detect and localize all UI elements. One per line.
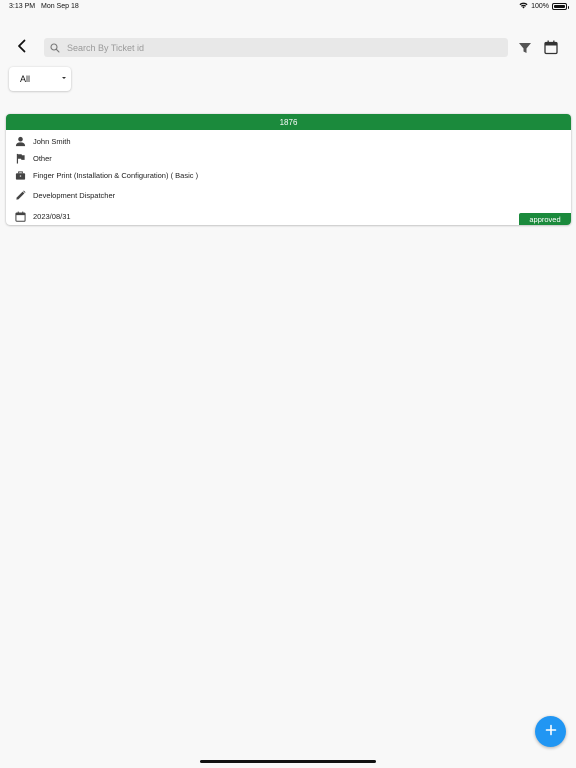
status-bar: 3:13 PM Mon Sep 18 100%: [0, 0, 576, 14]
chevron-left-icon: [16, 39, 28, 58]
ticket-id-header: 1876: [6, 114, 571, 130]
status-badge-label: approved: [529, 214, 561, 224]
search-input[interactable]: [67, 42, 487, 53]
person-icon: [13, 134, 27, 148]
ticket-card[interactable]: 1876 John Smith Other Finger Print (Inst…: [6, 114, 571, 225]
ticket-category: Other: [33, 153, 52, 163]
filter-icon: [517, 43, 533, 60]
wifi-icon: [519, 2, 528, 11]
battery-icon: [552, 3, 569, 10]
dropdown-arrow-icon: [62, 77, 66, 79]
flag-icon: [13, 151, 27, 165]
top-bar: [0, 36, 576, 60]
calendar-icon: [543, 40, 559, 59]
ticket-date-row: 2023/08/31: [6, 207, 71, 225]
back-button[interactable]: [12, 38, 32, 58]
add-ticket-button[interactable]: [535, 716, 566, 747]
ticket-category-row: Other: [6, 149, 52, 167]
ticket-id: 1876: [279, 117, 298, 127]
status-time: 3:13 PM: [9, 3, 36, 10]
plus-icon: [545, 723, 557, 741]
status-filter-dropdown[interactable]: All: [9, 67, 71, 91]
ticket-role-row: Development Dispatcher: [6, 186, 115, 204]
pencil-icon: [13, 188, 27, 202]
calendar-button[interactable]: [543, 39, 559, 55]
briefcase-icon: [13, 168, 27, 182]
dropdown-selected-label: All: [20, 74, 31, 84]
ticket-person-row: John Smith: [6, 132, 71, 150]
ticket-service: Finger Print (Installation & Configurati…: [33, 170, 199, 180]
search-icon: [48, 41, 62, 55]
status-indicators: 100%: [519, 2, 569, 11]
status-badge: approved: [519, 213, 571, 225]
calendar-small-icon: [13, 209, 27, 223]
ticket-role: Development Dispatcher: [33, 190, 116, 200]
ticket-date: 2023/08/31: [33, 211, 71, 221]
battery-percent: 100%: [531, 3, 549, 10]
ticket-service-row: Finger Print (Installation & Configurati…: [6, 166, 198, 184]
status-date: Mon Sep 18: [41, 3, 79, 10]
home-indicator: [200, 760, 376, 763]
ticket-person: John Smith: [33, 136, 71, 146]
filter-button[interactable]: [517, 40, 533, 56]
search-bar: [44, 38, 508, 57]
